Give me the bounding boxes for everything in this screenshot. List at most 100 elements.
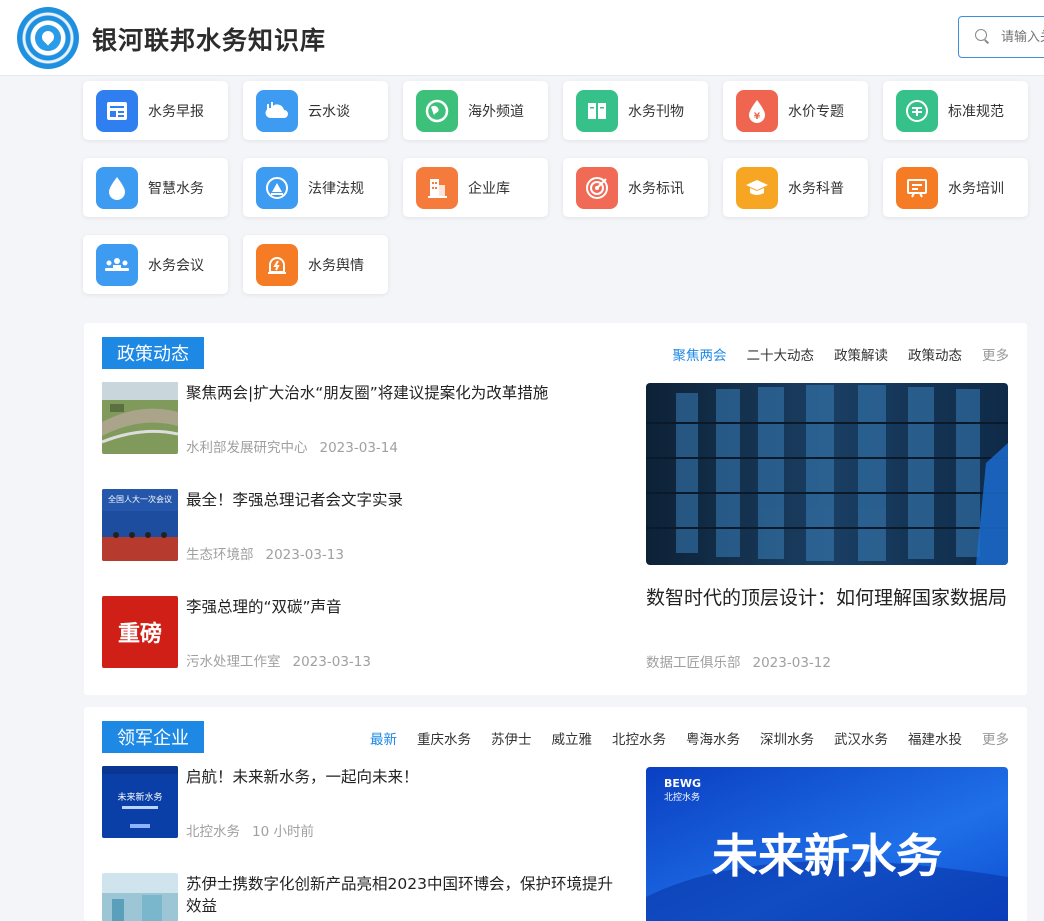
feature-image[interactable]: BEWG 北控水务 未来新水务 xyxy=(646,767,1008,921)
news-date: 2023-03-13 xyxy=(265,547,344,563)
tab-chongqing-shuiwu[interactable]: 重庆水务 xyxy=(417,728,471,748)
tile-shuiwu-biaoxun[interactable]: 水务标讯 xyxy=(563,158,708,217)
enterprise-panel: 领军企业 最新 重庆水务 苏伊士 威立雅 北控水务 粤海水务 深圳水务 武汉水务… xyxy=(84,707,1027,921)
tile-label: 智慧水务 xyxy=(148,180,204,197)
tile-shuiwu-huiyi[interactable]: 水务会议 xyxy=(83,235,228,294)
tile-label: 企业库 xyxy=(468,180,510,197)
tile-label: 标准规范 xyxy=(948,103,1004,120)
news-title[interactable]: 最全！李强总理记者会文字实录 xyxy=(186,489,616,511)
policy-panel: 政策动态 聚焦两会 二十大动态 政策解读 政策动态 更多 聚焦两会|扩大治水“朋… xyxy=(84,323,1027,695)
tab-shenzhen-shuiwu[interactable]: 深圳水务 xyxy=(760,728,814,748)
thumb-caption: 未来新水务 xyxy=(117,791,162,803)
feature-title[interactable]: 数智时代的顶层设计：如何理解国家数据局 xyxy=(646,585,1016,611)
news-meta: 生态环境部 2023-03-13 xyxy=(186,543,344,563)
news-item[interactable]: 未来新水务 启航！未来新水务，一起向未来！ 北控水务 10 小时前 xyxy=(102,766,602,840)
tile-shuiwu-peixun[interactable]: 水务培训 xyxy=(883,158,1028,217)
tab-yuehai-shuiwu[interactable]: 粤海水务 xyxy=(686,728,740,748)
feature-banner-text: 未来新水务 xyxy=(712,829,942,883)
news-thumbnail[interactable]: 未来新水务 xyxy=(102,766,178,838)
news-title[interactable]: 苏伊士携数字化创新产品亮相2023中国环博会，保护环境提升效益 xyxy=(186,873,616,917)
tile-shuiwu-kanwu[interactable]: 水务刊物 xyxy=(563,81,708,140)
site-title[interactable]: 银河联邦水务知识库 xyxy=(92,21,326,57)
presentation-icon xyxy=(896,166,938,209)
tile-zhihui-shuiwu[interactable]: 智慧水务 xyxy=(83,158,228,217)
alert-icon xyxy=(256,243,298,286)
book-icon xyxy=(576,89,618,132)
tile-qiye-ku[interactable]: 企业库 xyxy=(403,158,548,217)
news-date: 2023-03-14 xyxy=(319,440,398,456)
news-date: 10 小时前 xyxy=(252,824,314,840)
tile-yunshuitan[interactable]: 云水谈 xyxy=(243,81,388,140)
svg-text:¥: ¥ xyxy=(754,112,761,122)
tile-label: 水务会议 xyxy=(148,257,204,274)
tab-wuhan-shuiwu[interactable]: 武汉水务 xyxy=(834,728,888,748)
feature-brand-sub: 北控水务 xyxy=(664,791,700,803)
enterprise-tabs: 最新 重庆水务 苏伊士 威立雅 北控水务 粤海水务 深圳水务 武汉水务 福建水投… xyxy=(370,728,1009,748)
news-thumbnail[interactable]: 全国人大一次会议 xyxy=(102,489,178,561)
tab-beikong-shuiwu[interactable]: 北控水务 xyxy=(612,728,666,748)
tab-ershida-dongtai[interactable]: 二十大动态 xyxy=(747,344,815,364)
globe-icon xyxy=(416,89,458,132)
news-meta: 水利部发展研究中心 2023-03-14 xyxy=(186,436,398,456)
news-source: 北控水务 xyxy=(186,824,240,840)
news-item[interactable]: 全国人大一次会议 最全！李强总理记者会文字实录 生态环境部 2023-03-13 xyxy=(102,489,602,563)
tile-haiwai-pindao[interactable]: 海外频道 xyxy=(403,81,548,140)
feature-meta: 数据工匠俱乐部 2023-03-12 xyxy=(646,651,831,671)
site-header: 银河联邦水务知识库 xyxy=(0,0,1044,76)
more-link[interactable]: 更多 xyxy=(982,728,1009,748)
thumb-caption: 全国人大一次会议 xyxy=(108,494,172,504)
news-title[interactable]: 启航！未来新水务，一起向未来！ xyxy=(186,766,616,788)
feature-image[interactable] xyxy=(646,383,1008,565)
tile-shuijia-zhuanti[interactable]: ¥ 水价专题 xyxy=(723,81,868,140)
feature-brand: BEWG xyxy=(664,777,701,790)
more-link[interactable]: 更多 xyxy=(982,344,1009,364)
search-input[interactable] xyxy=(1001,27,1044,47)
tab-jujiao-lianghui[interactable]: 聚焦两会 xyxy=(673,344,727,364)
news-meta: 北控水务 10 小时前 xyxy=(186,820,314,840)
tab-weiliya[interactable]: 威立雅 xyxy=(552,728,593,748)
news-thumbnail[interactable] xyxy=(102,873,178,921)
standard-icon xyxy=(896,89,938,132)
newspaper-icon xyxy=(96,89,138,132)
tile-shuiwu-kepu[interactable]: 水务科普 xyxy=(723,158,868,217)
tab-zhengce-jiedu[interactable]: 政策解读 xyxy=(834,344,888,364)
tile-label: 水价专题 xyxy=(788,103,844,120)
tile-shuiwu-yuqing[interactable]: 水务舆情 xyxy=(243,235,388,294)
tile-falv-fagui[interactable]: 法律法规 xyxy=(243,158,388,217)
tile-label: 云水谈 xyxy=(308,103,350,120)
news-thumbnail[interactable] xyxy=(102,382,178,454)
news-item[interactable]: 重磅 李强总理的“双碳”声音 污水处理工作室 2023-03-13 xyxy=(102,596,602,670)
law-icon xyxy=(256,166,298,209)
tile-label: 法律法规 xyxy=(308,180,364,197)
cloud-chart-icon xyxy=(256,89,298,132)
news-meta: 污水处理工作室 2023-03-13 xyxy=(186,650,371,670)
tile-label: 水务培训 xyxy=(948,180,1004,197)
news-source: 污水处理工作室 xyxy=(186,654,281,670)
graduation-cap-icon xyxy=(736,166,778,209)
news-item[interactable]: 聚焦两会|扩大治水“朋友圈”将建议提案化为改革措施 水利部发展研究中心 2023-… xyxy=(102,382,602,456)
tab-zhengce-dongtai[interactable]: 政策动态 xyxy=(908,344,962,364)
tab-zuixin[interactable]: 最新 xyxy=(370,728,397,748)
panel-title: 领军企业 xyxy=(102,721,204,753)
tab-fujian-shuitou[interactable]: 福建水投 xyxy=(908,728,962,748)
search-icon[interactable] xyxy=(975,29,987,41)
news-title[interactable]: 聚焦两会|扩大治水“朋友圈”将建议提案化为改革措施 xyxy=(186,382,616,404)
building-icon xyxy=(416,166,458,209)
news-thumbnail[interactable]: 重磅 xyxy=(102,596,178,668)
feature-source: 数据工匠俱乐部 xyxy=(646,655,741,671)
search-box[interactable] xyxy=(958,16,1044,58)
price-drop-icon: ¥ xyxy=(736,89,778,132)
news-title[interactable]: 李强总理的“双碳”声音 xyxy=(186,596,616,618)
site-logo[interactable] xyxy=(17,7,79,69)
meeting-icon xyxy=(96,243,138,286)
tile-biaozhun-guifan[interactable]: 标准规范 xyxy=(883,81,1028,140)
target-icon xyxy=(576,166,618,209)
tile-label: 水务舆情 xyxy=(308,257,364,274)
feature-date: 2023-03-12 xyxy=(752,655,831,671)
thumb-caption: 重磅 xyxy=(118,621,162,647)
news-item[interactable]: 苏伊士携数字化创新产品亮相2023中国环博会，保护环境提升效益 xyxy=(102,873,613,921)
tile-shuiwu-zaobao[interactable]: 水务早报 xyxy=(83,81,228,140)
tab-suyishi[interactable]: 苏伊士 xyxy=(491,728,532,748)
water-drop-icon xyxy=(96,166,138,209)
tile-label: 水务科普 xyxy=(788,180,844,197)
